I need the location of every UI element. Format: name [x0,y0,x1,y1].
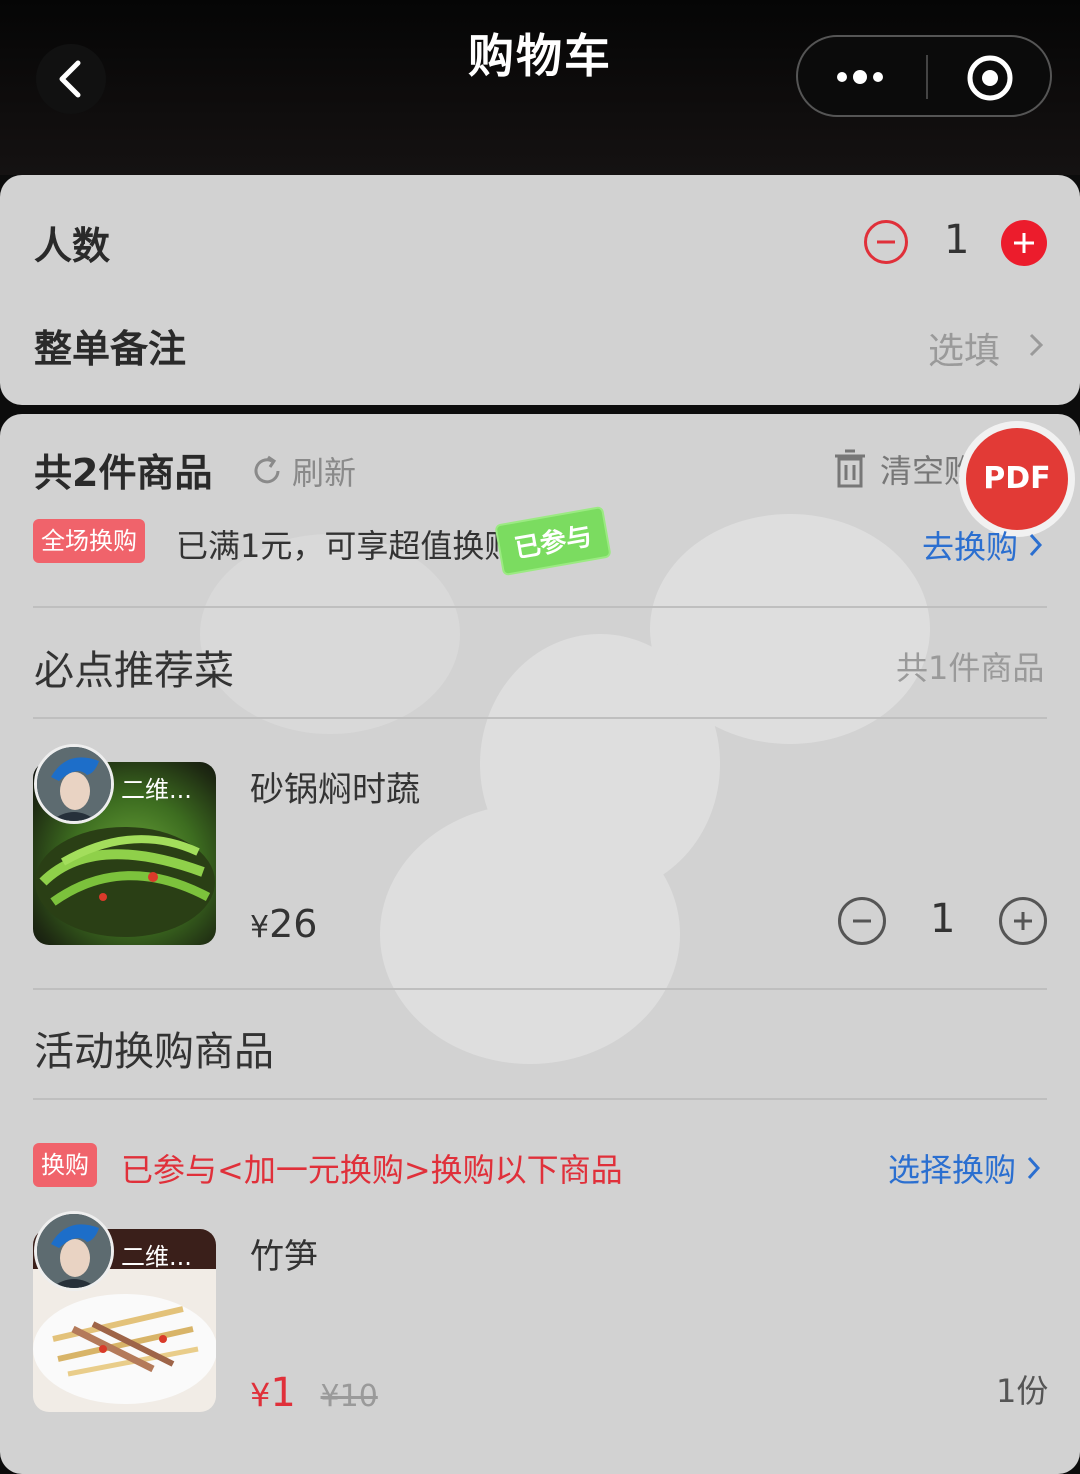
chevron-right-icon [1029,333,1044,357]
item-price: ¥1 ¥10 [250,1370,378,1416]
go-exchange-link[interactable]: 去换购 [922,522,1044,568]
thumb-caption: 二维... [121,776,192,804]
order-settings-card: 人数 1 整单备注 选填 [0,175,1080,405]
price-value: 26 [269,902,318,946]
minus-icon [877,240,895,244]
refresh-button[interactable]: 刷新 [250,448,356,494]
item-minus-button[interactable] [838,897,886,945]
refresh-icon [254,455,280,484]
remark-label: 整单备注 [34,327,187,371]
exchange-notice: 已参与<加一元换购>换购以下商品 [121,1151,623,1189]
divider [33,606,1047,608]
choose-exchange-label: 选择换购 [888,1151,1017,1189]
choose-exchange-link[interactable]: 选择换购 [888,1145,1042,1191]
capsule-divider [926,55,928,99]
divider [33,1098,1047,1100]
chevron-right-icon [1027,1156,1041,1180]
clear-cart-label: 清空购 [880,452,977,490]
trash-icon [835,449,865,488]
close-target-icon[interactable] [966,54,1014,102]
item-price: ¥26 [250,902,317,946]
promo-text: 已满1元，可享超值换购 [176,527,517,565]
go-exchange-label: 去换购 [922,528,1019,566]
divider [33,988,1047,990]
avatar [34,744,114,824]
avatar [34,1211,114,1291]
nav-bar: 购物车 [0,0,1080,175]
avatar-portrait-icon [37,1214,111,1288]
item-plus-button[interactable] [999,897,1047,945]
refresh-label: 刷新 [292,454,357,492]
more-dots-icon[interactable] [832,57,892,97]
currency-symbol: ¥ [250,1376,271,1414]
item-quantity: 1 [930,896,956,942]
watermark-shape [380,804,680,1064]
item-quantity-label: 1份 [996,1372,1049,1410]
thumb-caption: 二维... [121,1243,192,1271]
minus-icon [853,919,871,923]
plus-icon [1014,912,1032,930]
item-name: 竹笋 [250,1237,318,1277]
currency-symbol: ¥ [250,910,270,945]
item-name: 砂锅焖时蔬 [250,770,420,810]
people-label: 人数 [34,224,111,268]
mini-program-capsule [796,35,1052,117]
promo-tag: 全场换购 [33,519,145,563]
pdf-float-button[interactable]: PDF [966,428,1068,530]
section-title-recommended: 必点推荐菜 [34,648,234,694]
section-title-exchange: 活动换购商品 [34,1029,274,1075]
exchange-tag: 换购 [33,1143,97,1187]
original-price: ¥10 [320,1379,378,1414]
people-count: 1 [944,217,970,263]
plus-icon [1014,233,1034,253]
section-count-label: 共1件商品 [896,649,1045,687]
divider [33,717,1047,719]
clear-cart-button[interactable]: 清空购 [832,446,976,492]
people-plus-button[interactable] [1001,220,1047,266]
chevron-right-icon [1029,533,1043,557]
price-value: 1 [270,1370,296,1416]
people-minus-button[interactable] [864,220,908,264]
avatar-portrait-icon [37,747,111,821]
cart-total-label: 共2件商品 [34,451,213,495]
remark-placeholder[interactable]: 选填 [928,322,1000,374]
